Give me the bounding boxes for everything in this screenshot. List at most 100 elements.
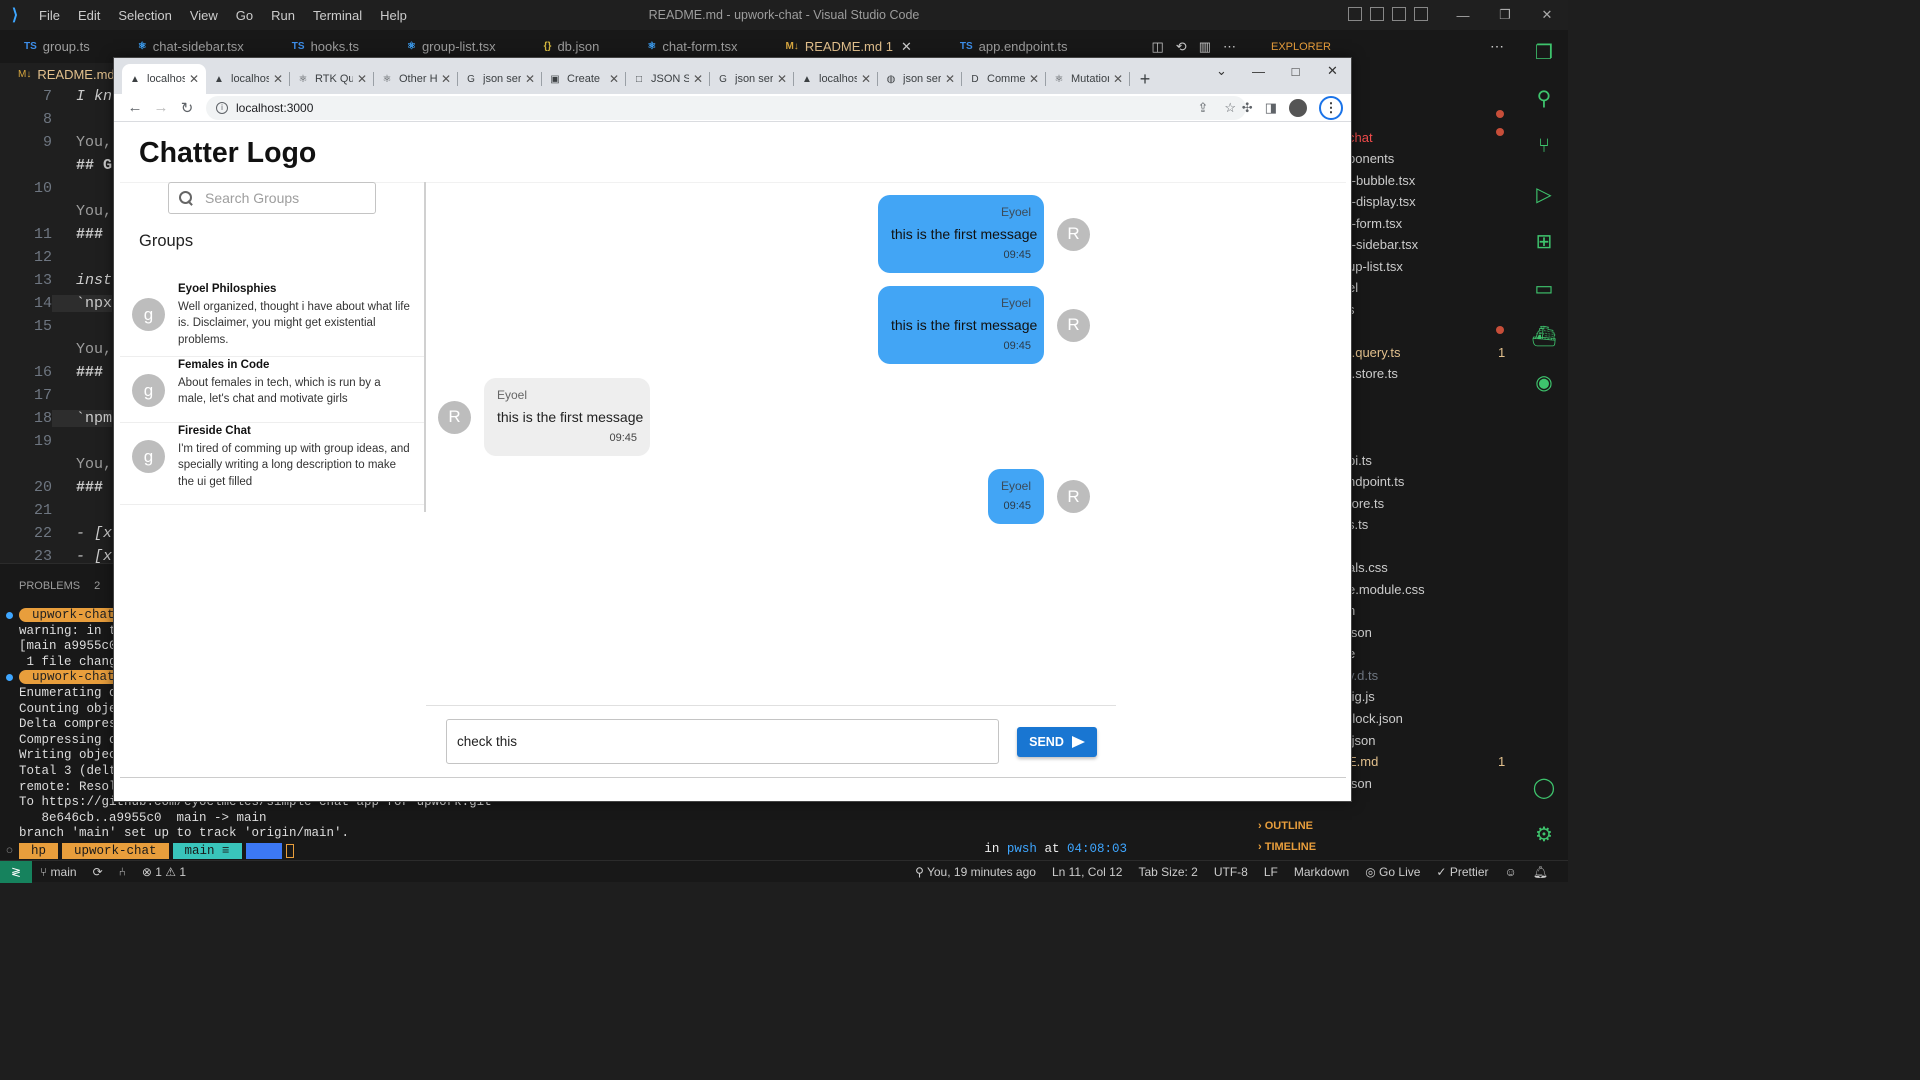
explorer-file[interactable]: fig.js <box>1348 689 1375 704</box>
menu-file[interactable]: File <box>30 8 69 23</box>
side-panel-icon[interactable]: ◨ <box>1265 100 1277 116</box>
message-composer[interactable] <box>446 719 999 764</box>
customize-layout-icon[interactable] <box>1414 7 1428 21</box>
close-icon[interactable]: ✕ <box>1314 58 1351 84</box>
menu-terminal[interactable]: Terminal <box>304 8 371 23</box>
tab-group-ts[interactable]: TS group.ts <box>0 30 114 63</box>
encoding[interactable]: UTF-8 <box>1206 865 1256 879</box>
close-tab-icon[interactable]: ✕ <box>357 72 367 86</box>
send-button[interactable]: SEND <box>1017 727 1097 757</box>
more-icon[interactable]: ⋯ <box>1490 38 1504 55</box>
menu-edit[interactable]: Edit <box>69 8 109 23</box>
close-tab-icon[interactable]: ✕ <box>1113 72 1123 86</box>
outline-section[interactable]: › OUTLINE <box>1258 820 1313 832</box>
remote-icon[interactable]: ≷ <box>0 860 32 883</box>
extensions-icon[interactable]: ⊞ <box>1532 229 1556 253</box>
explorer-file[interactable]: -lock.json <box>1348 711 1403 726</box>
more-actions-icon[interactable]: ⋯ <box>1223 39 1236 55</box>
close-tab-icon[interactable]: ✕ <box>901 39 912 55</box>
source-control-icon[interactable]: ⑂ <box>1532 134 1556 158</box>
branch-status[interactable]: ⑂ main <box>32 865 85 879</box>
language-mode[interactable]: Markdown <box>1286 865 1357 879</box>
search-groups-box[interactable] <box>168 182 376 214</box>
profile-avatar[interactable] <box>1289 98 1307 117</box>
new-tab-button[interactable]: + <box>1130 64 1160 94</box>
search-groups-input[interactable] <box>205 190 365 206</box>
close-tab-icon[interactable]: ✕ <box>441 72 451 86</box>
explorer-file[interactable]: t-display.tsx <box>1348 194 1416 209</box>
restore-icon[interactable]: ❐ <box>1484 0 1526 30</box>
browser-tab[interactable]: ⚛ Mutations ✕ <box>1046 64 1130 94</box>
problems-status[interactable]: ⊗ 1 ⚠ 1 <box>134 865 194 879</box>
explorer-file[interactable]: ponents <box>1348 151 1394 166</box>
chrome-menu-icon[interactable]: ⋮ <box>1319 95 1343 120</box>
group-item[interactable]: g Females in Code About females in tech, w… <box>120 357 424 423</box>
close-tab-icon[interactable]: ✕ <box>777 72 787 86</box>
explorer-file[interactable]: e.module.css <box>1348 582 1425 597</box>
browser-tab[interactable]: ▲ localhost ✕ <box>206 64 290 94</box>
settings-gear-icon[interactable]: ⚙ <box>1532 822 1556 846</box>
close-tab-icon[interactable]: ✕ <box>945 72 955 86</box>
close-tab-icon[interactable]: ✕ <box>609 72 619 86</box>
menu-run[interactable]: Run <box>262 8 304 23</box>
close-icon[interactable]: ✕ <box>1526 0 1568 30</box>
bookmark-star-icon[interactable]: ☆ <box>1224 100 1236 116</box>
browser-tab[interactable]: Gjson server ✕ <box>458 64 542 94</box>
close-tab-icon[interactable]: ✕ <box>861 72 871 86</box>
browser-tab[interactable]: Gjson server ✕ <box>710 64 794 94</box>
explorer-file[interactable]: t.query.ts 1 <box>1348 345 1505 360</box>
search-icon[interactable]: ⚲ <box>1532 86 1556 110</box>
docker-icon[interactable]: ⛴ <box>1531 324 1556 348</box>
remote-explorer-icon[interactable]: ▭ <box>1532 276 1556 300</box>
menu-help[interactable]: Help <box>371 8 416 23</box>
minimize-icon[interactable]: — <box>1442 0 1484 30</box>
explorer-file[interactable]: .json <box>1348 733 1375 748</box>
group-item[interactable]: g Fireside Chat I'm tired of comming up wi… <box>120 423 424 505</box>
toggle-sidebar-icon[interactable] <box>1348 7 1362 21</box>
browser-tab[interactable]: ◍ json server ✕ <box>878 64 962 94</box>
menu-view[interactable]: View <box>181 8 227 23</box>
prettier[interactable]: ✓ Prettier <box>1428 865 1496 879</box>
maximize-icon[interactable]: □ <box>1277 58 1314 84</box>
explorer-file[interactable]: t-bubble.tsx <box>1348 173 1415 188</box>
close-tab-icon[interactable]: ✕ <box>189 72 199 86</box>
browser-tab[interactable]: □ JSON Server ✕ <box>626 64 710 94</box>
extensions-puzzle-icon[interactable]: ✣ <box>1242 100 1253 116</box>
menu-selection[interactable]: Selection <box>109 8 180 23</box>
browser-tab[interactable]: ▣ Create ✕ <box>542 64 626 94</box>
minimize-icon[interactable]: — <box>1240 58 1277 84</box>
git-graph-icon[interactable]: ◉ <box>1532 370 1556 394</box>
feedback-icon[interactable]: ☺ <box>1497 865 1525 879</box>
tab-problems[interactable]: PROBLEMS <box>19 580 80 592</box>
reload-icon[interactable]: ↻ <box>174 99 200 117</box>
compare-icon[interactable]: ⟲ <box>1176 39 1187 55</box>
browser-tab[interactable]: ⚛ RTK Query ✕ <box>290 64 374 94</box>
explorer-file[interactable]: t.store.ts <box>1348 366 1398 381</box>
go-live[interactable]: ◎ Go Live <box>1357 865 1428 879</box>
close-tab-icon[interactable]: ✕ <box>1029 72 1039 86</box>
address-bar[interactable]: i localhost:3000 ⇪ ☆ <box>206 95 1246 120</box>
explorer-icon[interactable]: ❐ <box>1532 40 1556 64</box>
close-tab-icon[interactable]: ✕ <box>693 72 703 86</box>
account-icon[interactable]: ◯ <box>1532 775 1556 799</box>
git-graph-status-icon[interactable]: ⑃ <box>111 865 134 879</box>
explorer-file[interactable]: t-sidebar.tsx <box>1348 237 1418 252</box>
explorer-file[interactable]: tore.ts <box>1348 496 1384 511</box>
close-tab-icon[interactable]: ✕ <box>525 72 535 86</box>
timeline-section[interactable]: › TIMELINE <box>1258 841 1316 853</box>
browser-tab[interactable]: D Comments ✕ <box>962 64 1046 94</box>
toggle-secondary-sidebar-icon[interactable] <box>1392 7 1406 21</box>
back-icon[interactable]: ← <box>122 99 148 116</box>
tab-search-icon[interactable]: ⌄ <box>1203 58 1240 84</box>
cursor-position[interactable]: Ln 11, Col 12 <box>1044 865 1131 879</box>
explorer-file[interactable]: up-list.tsx <box>1348 259 1403 274</box>
site-info-icon[interactable]: i <box>216 101 228 114</box>
menu-go[interactable]: Go <box>227 8 262 23</box>
group-item[interactable]: g Eyoel Philosphies Well organized, though… <box>120 281 424 357</box>
toggle-panel-icon[interactable] <box>1370 7 1384 21</box>
explorer-file[interactable]: t-form.tsx <box>1348 216 1402 231</box>
run-debug-icon[interactable]: ▷ <box>1532 182 1556 206</box>
sync-icon[interactable]: ⟳ <box>85 865 111 879</box>
browser-tab[interactable]: ⚛ Other Hooks ✕ <box>374 64 458 94</box>
close-tab-icon[interactable]: ✕ <box>273 72 283 86</box>
